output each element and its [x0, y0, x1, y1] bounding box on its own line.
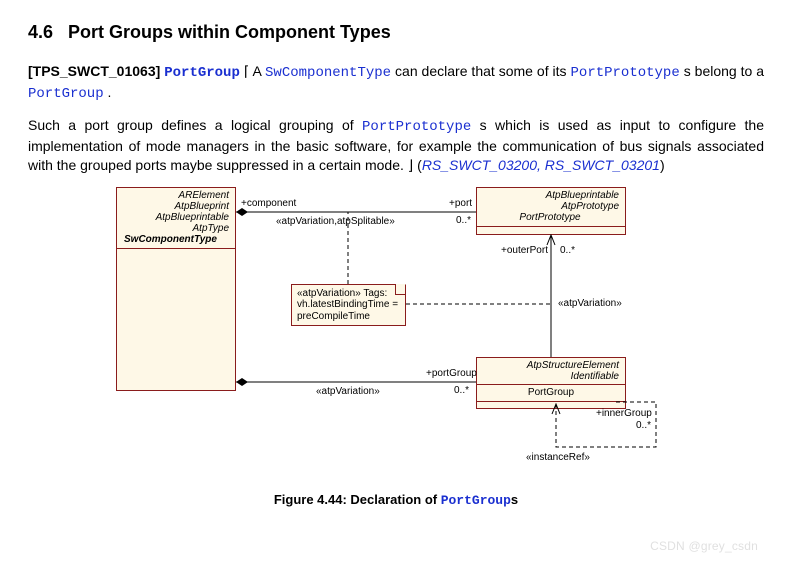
paragraph-2: Such a port group defines a logical grou… — [28, 116, 764, 175]
code-portgroup: PortGroup — [441, 493, 511, 508]
uml-note-atpvariation: «atpVariation» Tags: vh.latestBindingTim… — [291, 284, 406, 327]
label-innergroup-mult: 0..* — [636, 419, 651, 433]
link-rs-swct-03200[interactable]: RS_SWCT_03200 — [422, 157, 537, 173]
uml-diagram: ARElement AtpBlueprint AtpBlueprintable … — [96, 187, 696, 487]
code-portprototype: PortPrototype — [362, 119, 471, 135]
uml-class-portprototype: AtpBlueprintable AtpPrototype PortProtot… — [476, 187, 626, 235]
label-portgroup: +portGroup — [426, 367, 477, 381]
section-number: 4.6 — [28, 22, 53, 42]
code-portprototype: PortPrototype — [571, 65, 680, 81]
code-portgroup: PortGroup — [28, 86, 104, 102]
paragraph-1: [TPS_SWCT_01063] PortGroup ⌈ A SwCompone… — [28, 62, 764, 104]
close-bracket: ⌋ — [408, 157, 413, 173]
section-title: Port Groups within Component Types — [68, 22, 391, 42]
section-heading: 4.6 Port Groups within Component Types — [28, 20, 764, 44]
requirement-id: [TPS_SWCT_01063] — [28, 63, 160, 79]
watermark: CSDN @grey_csdn — [650, 538, 758, 554]
note-fold-icon — [395, 284, 406, 295]
label-port: +port — [449, 197, 472, 211]
label-portgroup-mult: 0..* — [454, 384, 469, 398]
label-atpvar-outer: «atpVariation» — [558, 297, 622, 311]
uml-class-swcomponenttype: ARElement AtpBlueprint AtpBlueprintable … — [116, 187, 236, 391]
label-instanceref: «instanceRef» — [526, 451, 590, 465]
label-atpvar-pg: «atpVariation» — [316, 385, 380, 399]
label-varsplit: «atpVariation,atpSplitable» — [276, 215, 395, 229]
label-component: +component — [241, 197, 296, 211]
uml-class-portgroup: AtpStructureElement Identifiable PortGro… — [476, 357, 626, 409]
figure-caption: Figure 4.44: Declaration of PortGroups — [28, 491, 764, 510]
requirement-name: PortGroup — [164, 65, 240, 81]
open-bracket: ⌈ — [244, 63, 253, 79]
label-outerport-mult: 0..* — [560, 244, 575, 258]
label-outerport: +outerPort — [501, 244, 548, 258]
link-rs-swct-03201[interactable]: RS_SWCT_03201 — [545, 157, 660, 173]
label-port-mult: 0..* — [456, 214, 471, 228]
code-swcomponenttype: SwComponentType — [265, 65, 391, 81]
